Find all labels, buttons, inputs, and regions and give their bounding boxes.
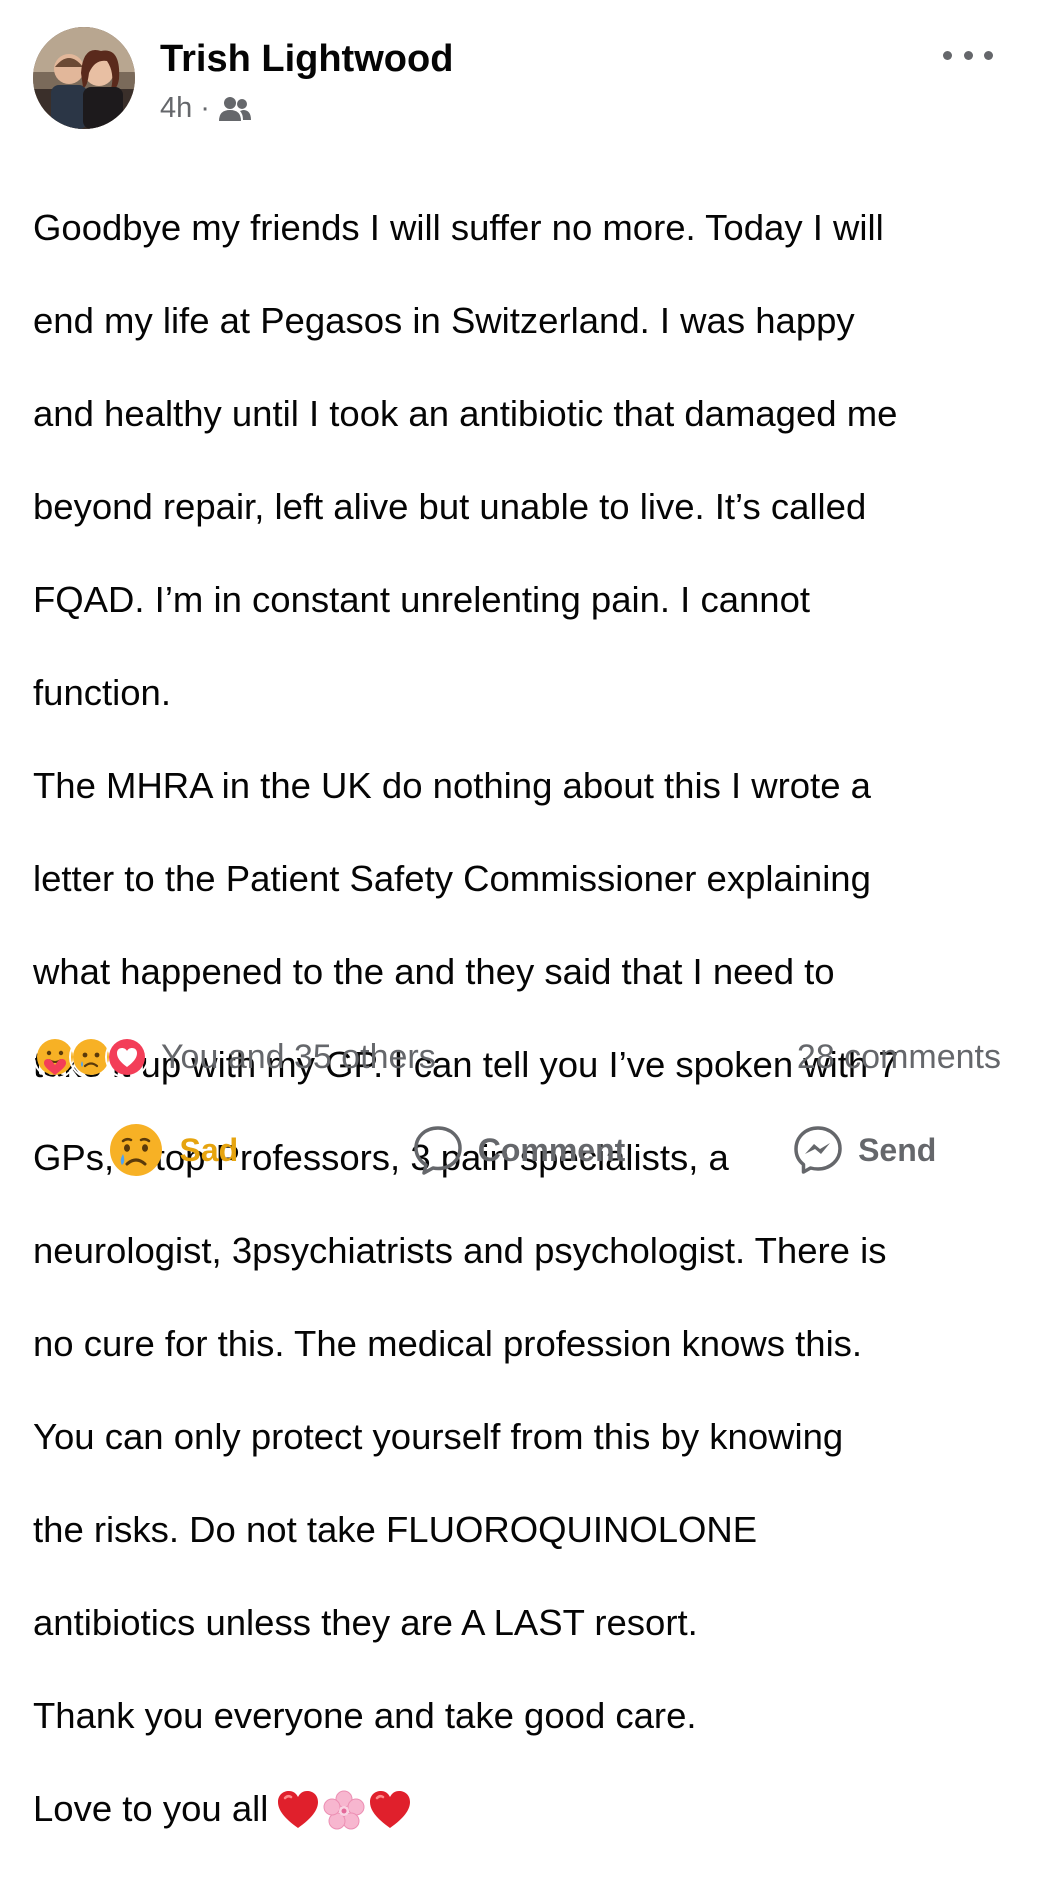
dot-icon xyxy=(963,50,973,60)
sad-emoji-icon xyxy=(110,1124,163,1176)
send-button[interactable]: Send xyxy=(691,1124,1037,1176)
post-line: The MHRA in the UK do nothing about this… xyxy=(33,764,871,806)
red-heart-icon xyxy=(370,1790,411,1828)
friends-icon xyxy=(218,96,251,121)
post-line: the risks. Do not take FLUOROQUINOLONE xyxy=(33,1508,758,1550)
post-line: Thank you everyone and take good care. xyxy=(33,1694,697,1736)
reactions-bar: You and 35 others 28 comments xyxy=(33,1032,1001,1082)
comment-button[interactable]: Comment xyxy=(346,1124,692,1176)
sad-label: Sad xyxy=(179,1131,239,1168)
post-line: beyond repair, left alive but unable to … xyxy=(33,485,867,527)
meta-separator: · xyxy=(200,92,210,124)
dot-icon xyxy=(943,50,952,60)
post-line: Love to you all xyxy=(33,1787,269,1829)
post-line: what happened to the and they said that … xyxy=(33,950,835,992)
red-heart-icon xyxy=(278,1790,319,1828)
dot-icon xyxy=(984,50,993,60)
author-name[interactable]: Trish Lightwood xyxy=(160,38,453,81)
post-body: Goodbye my friends I will suffer no more… xyxy=(33,158,1018,1879)
post-time[interactable]: 4h xyxy=(160,92,192,125)
post-line: antibiotics unless they are A LAST resor… xyxy=(33,1601,698,1643)
post-line: Goodbye my friends I will suffer no more… xyxy=(33,206,884,248)
cherry-blossom-icon xyxy=(323,1790,365,1830)
post-line: no cure for this. The medical profession… xyxy=(33,1322,863,1364)
post-line-last: Love to you all xyxy=(33,1786,1018,1833)
post-line: and healthy until I took an antibiotic t… xyxy=(33,392,898,434)
reaction-icons xyxy=(33,1035,149,1079)
love-reaction-icon xyxy=(105,1035,149,1079)
post-line: letter to the Patient Safety Commissione… xyxy=(33,857,871,899)
post-meta: 4h · xyxy=(160,92,252,125)
reaction-summary[interactable]: You and 35 others xyxy=(33,1035,436,1079)
more-options-button[interactable] xyxy=(943,40,993,70)
post-line: FQAD. I’m in constant unrelenting pain. … xyxy=(33,578,811,620)
post-line: function. xyxy=(33,671,171,713)
avatar-photo xyxy=(33,27,135,129)
send-label: Send xyxy=(858,1131,937,1168)
comment-icon xyxy=(413,1126,462,1175)
comment-count[interactable]: 28 comments xyxy=(797,1038,1001,1077)
action-bar: Sad Comment Send xyxy=(0,1112,1037,1188)
post-line: You can only protect yourself from this … xyxy=(33,1415,844,1457)
sad-reaction-button[interactable]: Sad xyxy=(0,1121,346,1179)
author-avatar[interactable] xyxy=(33,27,135,129)
reaction-count[interactable]: You and 35 others xyxy=(161,1038,436,1077)
post-line: end my life at Pegasos in Switzerland. I… xyxy=(33,299,855,341)
messenger-icon xyxy=(794,1126,842,1174)
comment-label: Comment xyxy=(477,1131,626,1168)
trailing-emojis xyxy=(276,1790,412,1832)
post-line: neurologist, 3psychiatrists and psycholo… xyxy=(33,1229,887,1271)
